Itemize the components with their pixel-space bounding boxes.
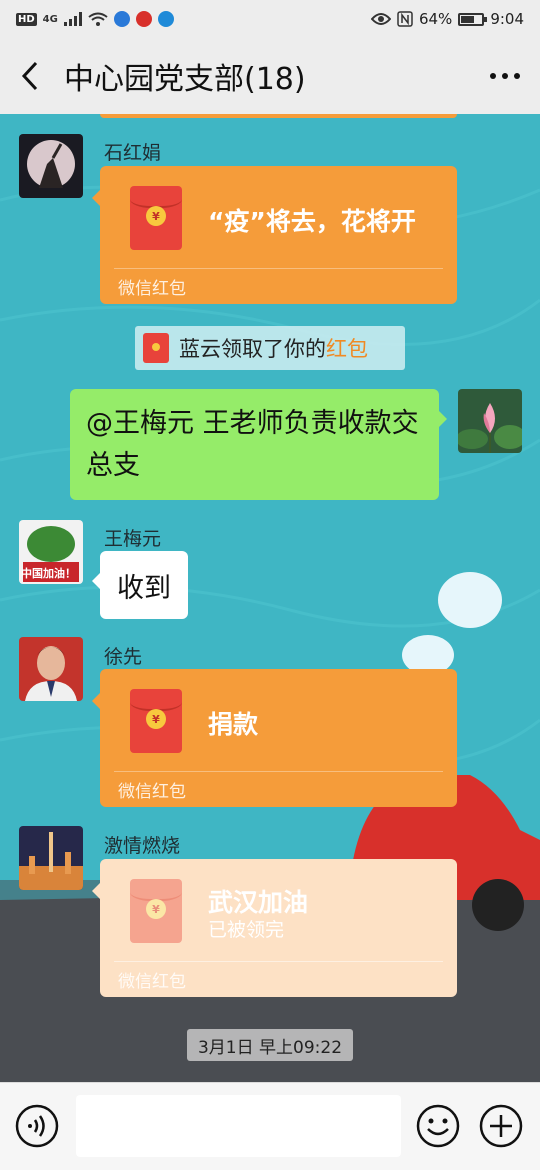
battery-icon — [458, 12, 488, 26]
red-packet-footer: 微信红包 — [118, 782, 186, 802]
browser-app-icon — [157, 11, 174, 27]
hd-badge: HD — [16, 12, 37, 26]
system-notice-text: 蓝云领取了你的 — [179, 337, 326, 361]
plus-icon[interactable] — [478, 1103, 524, 1149]
network-type: 4G — [42, 13, 58, 25]
sender-name: 石红娟 — [104, 142, 162, 164]
previous-message-edge — [100, 114, 457, 118]
red-packet-icon: ¥ — [130, 186, 182, 250]
emoji-icon[interactable] — [415, 1103, 461, 1149]
red-packet-title: 捐款 — [208, 710, 259, 739]
red-packet-mini-icon — [143, 333, 169, 363]
chat-screen: HD 4G 64% 9:04 中心园党支部(18) 石红娟 ¥ “疫”将去，花将… — [0, 0, 540, 1170]
chat-title: 中心园党支部(18) — [64, 62, 306, 97]
time-separator: 3月1日 早上09:22 — [187, 1029, 353, 1061]
red-packet-title: “疫”将去，花将开 — [208, 207, 416, 236]
nfc-icon — [397, 11, 413, 27]
input-bar — [0, 1082, 540, 1170]
red-packet-footer: 微信红包 — [118, 972, 186, 992]
status-bar: HD 4G 64% 9:04 — [0, 0, 540, 38]
wifi-icon — [88, 12, 108, 26]
avatar-caption: 中国加油！ — [21, 567, 76, 580]
voice-icon[interactable] — [14, 1103, 60, 1149]
signal-icon — [63, 12, 82, 26]
chat-header: 中心园党支部(18) — [0, 38, 540, 114]
red-packet-title: 武汉加油 — [208, 888, 309, 917]
system-notice: 蓝云领取了你的 红包 — [135, 326, 405, 370]
back-icon[interactable] — [0, 38, 60, 114]
divider — [114, 961, 443, 962]
avatar[interactable] — [19, 134, 83, 198]
divider — [114, 771, 443, 772]
sender-name: 徐先 — [104, 646, 143, 668]
divider — [114, 268, 443, 269]
avatar[interactable] — [19, 826, 83, 890]
incoming-message[interactable]: 收到 — [92, 551, 188, 619]
eye-icon — [370, 13, 391, 25]
avatar-self[interactable] — [458, 389, 522, 453]
red-packet-icon: ¥ — [130, 689, 182, 753]
app-notification-icon — [113, 11, 130, 27]
red-packet[interactable]: ¥ “疫”将去，花将开 微信红包 — [92, 166, 457, 304]
message-list[interactable]: 石红娟 ¥ “疫”将去，花将开 微信红包 蓝云领取了你的 红包 @王梅元 王老师负… — [0, 114, 540, 1082]
avatar[interactable]: 中国加油！ — [19, 520, 83, 584]
more-icon[interactable] — [470, 38, 540, 114]
red-packet-icon: ¥ — [130, 879, 182, 943]
red-packet[interactable]: ¥ 捐款 微信红包 — [92, 669, 457, 807]
red-packet-link[interactable]: 红包 — [326, 333, 368, 363]
clock: 9:04 — [490, 10, 524, 28]
battery-percent: 64% — [418, 10, 453, 28]
avatar[interactable] — [19, 637, 83, 701]
outgoing-message[interactable]: @王梅元 王老师负责收款交总支 — [70, 389, 447, 500]
red-packet-footer: 微信红包 — [118, 279, 186, 299]
status-bar-right: 64% 9:04 — [370, 10, 524, 28]
status-bar-left: HD 4G — [16, 11, 174, 27]
red-packet-status: 已被领完 — [208, 919, 285, 941]
news-app-icon — [135, 11, 152, 27]
sender-name: 激情燃烧 — [104, 835, 181, 857]
message-input[interactable] — [76, 1095, 401, 1157]
red-packet-opened[interactable]: ¥ 武汉加油 已被领完 微信红包 — [92, 859, 457, 997]
sender-name: 王梅元 — [104, 528, 162, 550]
